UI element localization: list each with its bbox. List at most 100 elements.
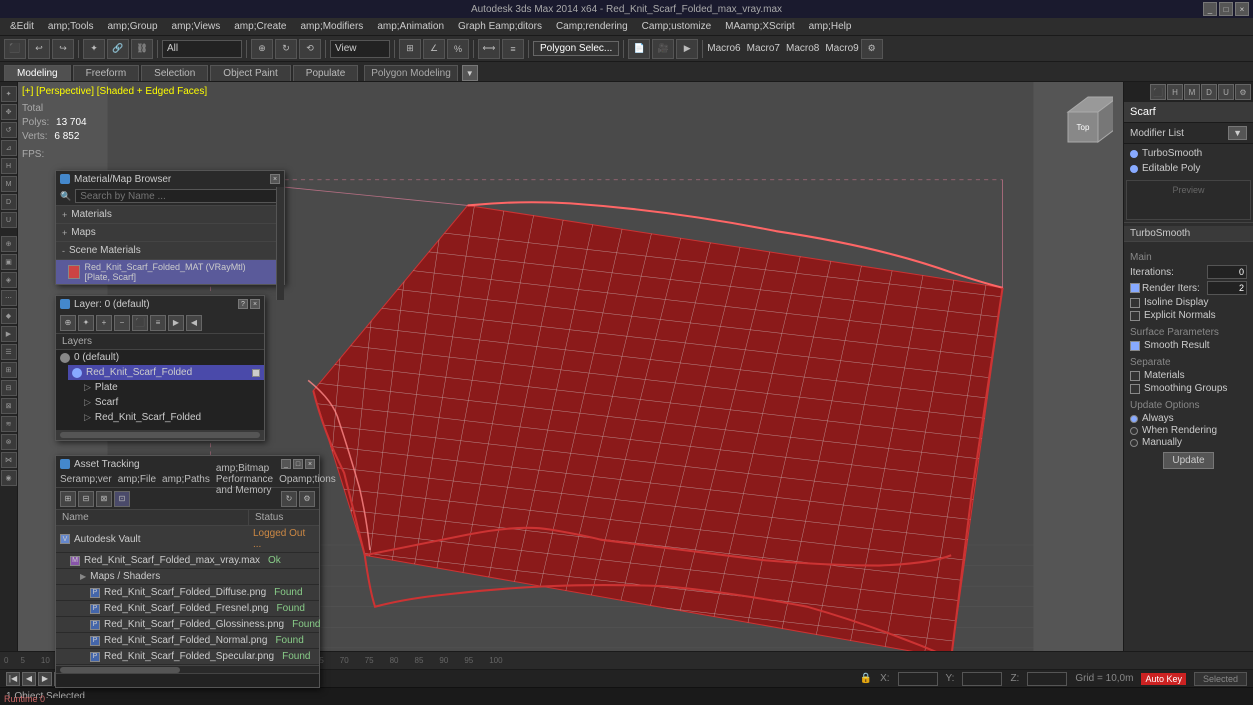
sidebar-utilities-icon[interactable]: U [1,212,17,228]
materials-section[interactable]: + Materials [56,206,284,224]
asset-row-maps-folder[interactable]: ▶ Maps / Shaders [56,569,319,585]
tab-selection[interactable]: Selection [141,65,208,81]
tab-object-paint[interactable]: Object Paint [210,65,290,81]
tb-icon-1[interactable]: ⬛ [4,39,26,59]
asset-tracking-titlebar[interactable]: Asset Tracking _ □ × [56,456,319,472]
tb-settings-btn[interactable]: ⚙ [861,39,883,59]
sidebar-move-icon[interactable]: ✥ [1,104,17,120]
layer-item-default[interactable]: 0 (default) [56,350,264,365]
sidebar-rotate-icon[interactable]: ↺ [1,122,17,138]
auto-key-button[interactable]: Auto Key [1141,673,1186,685]
tb-rotate-btn[interactable]: ↻ [275,39,297,59]
layer-btn-1[interactable]: ⊕ [60,315,76,331]
tab-modeling[interactable]: Modeling [4,65,71,81]
layer-btn-4[interactable]: − [114,315,130,331]
asset-menu-server[interactable]: Seramp;ver [60,474,112,485]
tb-layer-btn[interactable]: 📄 [628,39,650,59]
always-radio[interactable] [1130,415,1138,423]
menu-tools[interactable]: amp;Tools [42,20,100,33]
rp-icon-3[interactable]: M [1184,84,1200,100]
sidebar-scale-icon[interactable]: ⊿ [1,140,17,156]
sidebar-icon-21[interactable]: ⋈ [1,452,17,468]
modifier-turbosmooth[interactable]: TurboSmooth [1126,146,1251,161]
asset-tb-btn-refresh[interactable]: ↻ [281,491,297,507]
material-browser-close[interactable]: × [270,174,280,184]
layer-btn-7[interactable]: ▶ [168,315,184,331]
rp-icon-1[interactable]: ⬛ [1150,84,1166,100]
asset-tb-btn-settings[interactable]: ⚙ [299,491,315,507]
asset-row-glossiness[interactable]: P Red_Knit_Scarf_Folded_Glossiness.png F… [56,617,319,633]
menu-modifiers[interactable]: amp;Modifiers [295,20,370,33]
mode-expand-btn[interactable]: ▼ [462,65,478,81]
menu-animation[interactable]: amp;Animation [371,20,450,33]
selected-mode-dropdown[interactable]: Selected [1194,672,1247,686]
asset-tb-btn-4[interactable]: ⊡ [114,491,130,507]
menu-views[interactable]: amp;Views [166,20,227,33]
layer-item-red-knit[interactable]: Red_Knit_Scarf_Folded [68,365,264,380]
layer-btn-3[interactable]: + [96,315,112,331]
iterations-input[interactable] [1207,265,1247,279]
asset-tracking-maximize[interactable]: □ [293,459,303,469]
material-browser-titlebar[interactable]: Material/Map Browser × [56,171,284,187]
layer-btn-6[interactable]: ≡ [150,315,166,331]
sidebar-icon-9[interactable]: ⊕ [1,236,17,252]
modifier-dropdown[interactable]: ▼ [1228,126,1247,140]
asset-row-vault[interactable]: V Autodesk Vault Logged Out ... [56,526,319,553]
asset-row-specular[interactable]: P Red_Knit_Scarf_Folded_Specular.png Fou… [56,649,319,665]
minimize-button[interactable]: _ [1203,2,1217,16]
sidebar-icon-10[interactable]: ▣ [1,254,17,270]
isoline-checkbox[interactable] [1130,298,1140,308]
turbosmooth-rollout[interactable]: TurboSmooth [1124,226,1253,242]
layer-scrollbar[interactable] [60,432,260,438]
asset-menu-options[interactable]: Opamp;tions [279,474,336,485]
layer-item-scarf[interactable]: ▷ Scarf [80,395,264,410]
z-coord-input[interactable] [1027,672,1067,686]
asset-row-fresnel[interactable]: P Red_Knit_Scarf_Folded_Fresnel.png Foun… [56,601,319,617]
first-frame-btn[interactable]: |◀ [6,672,20,686]
navigation-cube[interactable]: Top [1053,92,1113,152]
smooth-result-checkbox[interactable] [1130,341,1140,351]
sidebar-icon-20[interactable]: ⊗ [1,434,17,450]
filter-input[interactable] [162,40,242,58]
layer-btn-5[interactable]: ⬛ [132,315,148,331]
tb-scale-btn[interactable]: ⟲ [299,39,321,59]
maps-section[interactable]: + Maps [56,224,284,242]
asset-row-max-file[interactable]: M Red_Knit_Scarf_Folded_max_vray.max Ok [56,553,319,569]
maximize-button[interactable]: □ [1219,2,1233,16]
tb-link-btn[interactable]: 🔗 [107,39,129,59]
render-iters-input[interactable] [1207,281,1247,295]
tb-move-btn[interactable]: ⊕ [251,39,273,59]
rp-icon-4[interactable]: D [1201,84,1217,100]
sidebar-icon-11[interactable]: ◈ [1,272,17,288]
tb-icon-2[interactable]: ↩ [28,39,50,59]
menu-rendering[interactable]: Camp;rendering [550,20,634,33]
layer-manager-help[interactable]: ? [238,299,248,309]
asset-row-normal[interactable]: P Red_Knit_Scarf_Folded_Normal.png Found [56,633,319,649]
tab-populate[interactable]: Populate [293,65,358,81]
asset-scrollbar-horizontal[interactable] [56,665,319,673]
sidebar-hierarchy-icon[interactable]: H [1,158,17,174]
menu-graph-editors[interactable]: Graph Eamp;ditors [452,20,548,33]
update-button[interactable]: Update [1163,452,1213,469]
layer-btn-8[interactable]: ◀ [186,315,202,331]
modifier-editable-poly[interactable]: Editable Poly [1126,161,1251,176]
named-selection[interactable]: Polygon Selec... [533,41,619,56]
sidebar-icon-13[interactable]: ◆ [1,308,17,324]
material-item-red-knit[interactable]: Red_Knit_Scarf_Folded_MAT (VRayMtl) [Pla… [56,260,284,284]
sidebar-icon-15[interactable]: ☰ [1,344,17,360]
tb-align-btn[interactable]: ≡ [502,39,524,59]
menu-help[interactable]: amp;Help [803,20,858,33]
asset-menu-bitmap[interactable]: amp;Bitmap Performance and Memory [216,463,273,496]
layer-btn-2[interactable]: ✦ [78,315,94,331]
sidebar-icon-14[interactable]: ▶ [1,326,17,342]
scene-materials-section[interactable]: - Scene Materials [56,242,284,260]
layer-item-red-knit-2[interactable]: ▷ Red_Knit_Scarf_Folded [80,410,264,425]
layer-item-plate[interactable]: ▷ Plate [80,380,264,395]
materials-checkbox[interactable] [1130,371,1140,381]
view-input[interactable] [330,40,390,58]
sidebar-icon-12[interactable]: ⋯ [1,290,17,306]
tb-mirror-btn[interactable]: ⟷ [478,39,500,59]
sidebar-icon-22[interactable]: ◉ [1,470,17,486]
asset-tb-btn-1[interactable]: ⊞ [60,491,76,507]
tb-angle-snap-btn[interactable]: ∠ [423,39,445,59]
